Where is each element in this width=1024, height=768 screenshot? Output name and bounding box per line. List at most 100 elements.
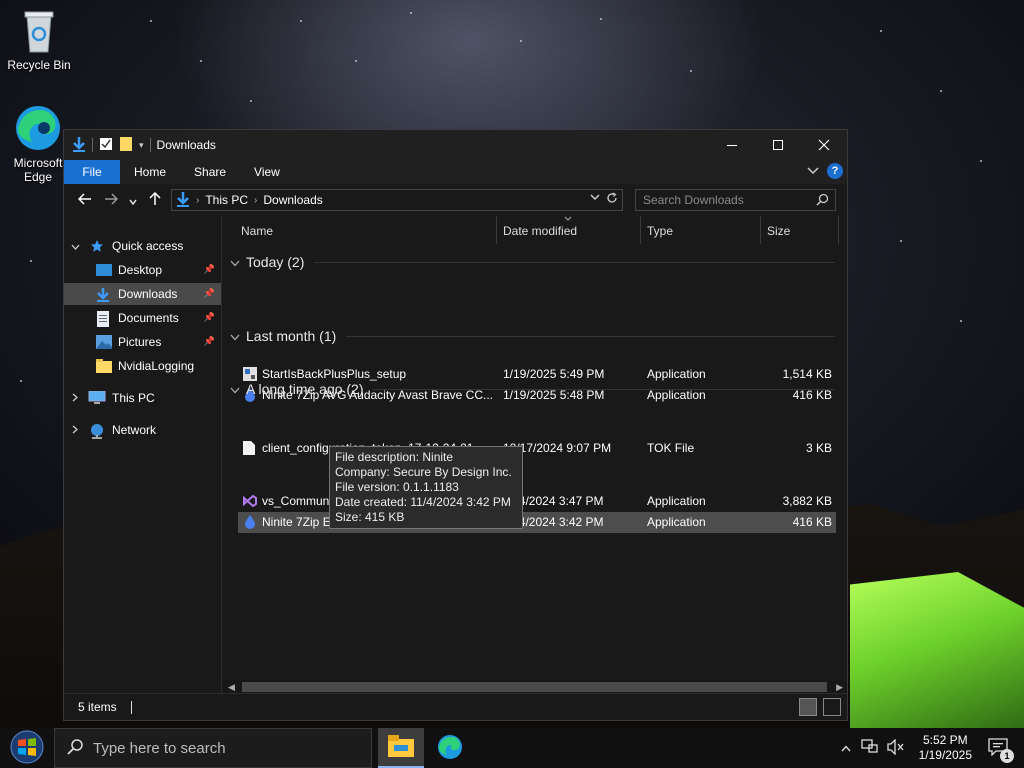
clock-date: 1/19/2025: [918, 748, 972, 762]
downloads-location-icon: [176, 191, 190, 210]
group-collapse-chevron-icon[interactable]: [230, 381, 240, 397]
volume-muted-icon[interactable]: [886, 737, 905, 758]
taskbar-search-input[interactable]: [91, 738, 355, 758]
column-header-size[interactable]: Size: [761, 216, 839, 244]
edge-icon: [14, 104, 62, 152]
details-view-button[interactable]: [799, 698, 817, 716]
download-arrow-icon: [72, 136, 86, 155]
nav-label: Documents: [118, 311, 179, 325]
nav-network[interactable]: Network: [64, 419, 221, 441]
up-button[interactable]: [142, 191, 168, 209]
group-title: Last month (1): [246, 328, 337, 344]
nav-item-desktop[interactable]: Desktop 📌: [64, 259, 221, 281]
clock-time: 5:52 PM: [922, 733, 968, 747]
search-box[interactable]: [635, 189, 836, 211]
horizontal-scrollbar[interactable]: ◀ ▶: [222, 680, 847, 694]
taskbar-clock[interactable]: 5:52 PM 1/19/2025: [919, 733, 972, 763]
breadcrumb-separator-icon: ›: [196, 194, 200, 206]
refresh-icon[interactable]: [606, 192, 618, 207]
nav-item-documents[interactable]: Documents 📌: [64, 307, 221, 329]
scrollbar-thumb[interactable]: [242, 682, 827, 692]
group-header-a-long-time-ago[interactable]: A long time ago (2): [230, 379, 364, 399]
new-folder-icon[interactable]: [119, 136, 133, 155]
file-row[interactable]: vs_Community 11/4/2024 3:47 PM Applicati…: [238, 491, 836, 512]
customize-toolbar-dropdown-icon[interactable]: ▾: [139, 140, 144, 151]
close-button[interactable]: [801, 130, 847, 160]
expand-ribbon-chevron-icon[interactable]: [807, 164, 819, 178]
breadcrumb-separator-icon: ›: [254, 194, 258, 206]
file-type: TOK File: [647, 441, 695, 455]
nav-this-pc[interactable]: This PC: [64, 387, 221, 409]
window-title: Downloads: [156, 138, 216, 152]
file-row[interactable]: client_configuration_token_17-12-24-21-.…: [238, 438, 836, 459]
file-explorer-icon: [388, 734, 414, 760]
network-icon: [88, 423, 106, 439]
pin-icon: 📌: [203, 264, 215, 274]
large-icons-view-button[interactable]: [823, 698, 841, 716]
file-row-hovered[interactable]: Ninite 7Zip Everything Firefox Installer…: [238, 512, 836, 533]
sort-indicator-icon: [564, 214, 572, 224]
group-collapse-chevron-icon[interactable]: [230, 254, 240, 270]
ribbon-tabs: File Home Share View ?: [64, 160, 847, 184]
title-bar[interactable]: ▾ Downloads: [64, 130, 847, 160]
search-input[interactable]: [636, 192, 815, 208]
status-divider: [130, 700, 132, 714]
documents-folder-icon: [96, 311, 112, 327]
taskbar-edge-button[interactable]: [427, 728, 473, 768]
file-size: 416 KB: [792, 515, 832, 529]
column-header-type[interactable]: Type: [641, 216, 761, 244]
tab-share[interactable]: Share: [180, 160, 240, 184]
nav-label: Network: [112, 423, 157, 437]
edge-icon: [437, 734, 463, 763]
file-explorer-window: ▾ Downloads File Home Share View ? › Thi…: [63, 129, 848, 721]
network-status-icon[interactable]: [860, 738, 879, 758]
nav-label: Quick access: [112, 239, 184, 253]
nav-item-nvidialogging[interactable]: NvidiaLogging: [64, 355, 221, 377]
scroll-right-arrow-icon[interactable]: ▶: [836, 680, 843, 694]
tab-home[interactable]: Home: [120, 160, 180, 184]
taskbar-file-explorer-button[interactable]: [378, 728, 424, 768]
scroll-left-arrow-icon[interactable]: ◀: [228, 680, 235, 694]
ninite-icon: [243, 515, 257, 529]
minimize-button[interactable]: [709, 130, 755, 160]
taskbar-search-box[interactable]: [54, 728, 372, 768]
recent-locations-button[interactable]: [124, 192, 142, 208]
tab-file[interactable]: File: [64, 160, 120, 184]
tooltip-line: Size: 415 KB: [335, 510, 405, 524]
search-icon: [67, 738, 83, 758]
start-button[interactable]: [0, 728, 54, 768]
show-hidden-icons-chevron-icon[interactable]: [841, 741, 851, 755]
file-size: 3,882 KB: [782, 494, 832, 508]
nav-item-pictures[interactable]: Pictures 📌: [64, 331, 221, 353]
search-icon: [816, 193, 829, 209]
group-header-last-month[interactable]: Last month (1): [230, 326, 336, 346]
nav-item-downloads[interactable]: Downloads 📌: [64, 283, 221, 305]
group-collapse-chevron-icon[interactable]: [230, 328, 240, 344]
folder-icon: [96, 359, 112, 373]
nav-label: Desktop: [118, 263, 163, 277]
nav-quick-access[interactable]: Quick access: [64, 235, 221, 257]
help-button[interactable]: ?: [827, 163, 843, 179]
address-bar[interactable]: › This PC › Downloads: [171, 189, 623, 211]
breadcrumb-this-pc[interactable]: This PC: [205, 193, 248, 207]
desktop-icon-recycle-bin[interactable]: Recycle Bin: [0, 8, 78, 72]
tab-view[interactable]: View: [240, 160, 294, 184]
back-button[interactable]: [72, 192, 98, 208]
pictures-folder-icon: [96, 335, 112, 349]
navigation-pane: Quick access Desktop 📌 Downloads 📌 Docum…: [64, 216, 222, 694]
breadcrumb-downloads[interactable]: Downloads: [263, 193, 322, 207]
column-header-name[interactable]: Name: [235, 216, 497, 244]
divider: [92, 138, 93, 152]
address-history-dropdown-icon[interactable]: [590, 192, 600, 207]
group-divider: [314, 262, 835, 263]
group-divider: [372, 389, 835, 390]
notification-center-button[interactable]: 1: [988, 737, 1014, 763]
group-title: Today (2): [246, 254, 305, 270]
quick-access-toolbar: ▾: [64, 136, 151, 155]
nav-label: NvidiaLogging: [118, 359, 195, 373]
computer-icon: [88, 390, 106, 405]
group-header-today[interactable]: Today (2): [230, 252, 304, 272]
maximize-button[interactable]: [755, 130, 801, 160]
properties-icon[interactable]: [99, 137, 113, 154]
forward-button[interactable]: [98, 192, 124, 208]
